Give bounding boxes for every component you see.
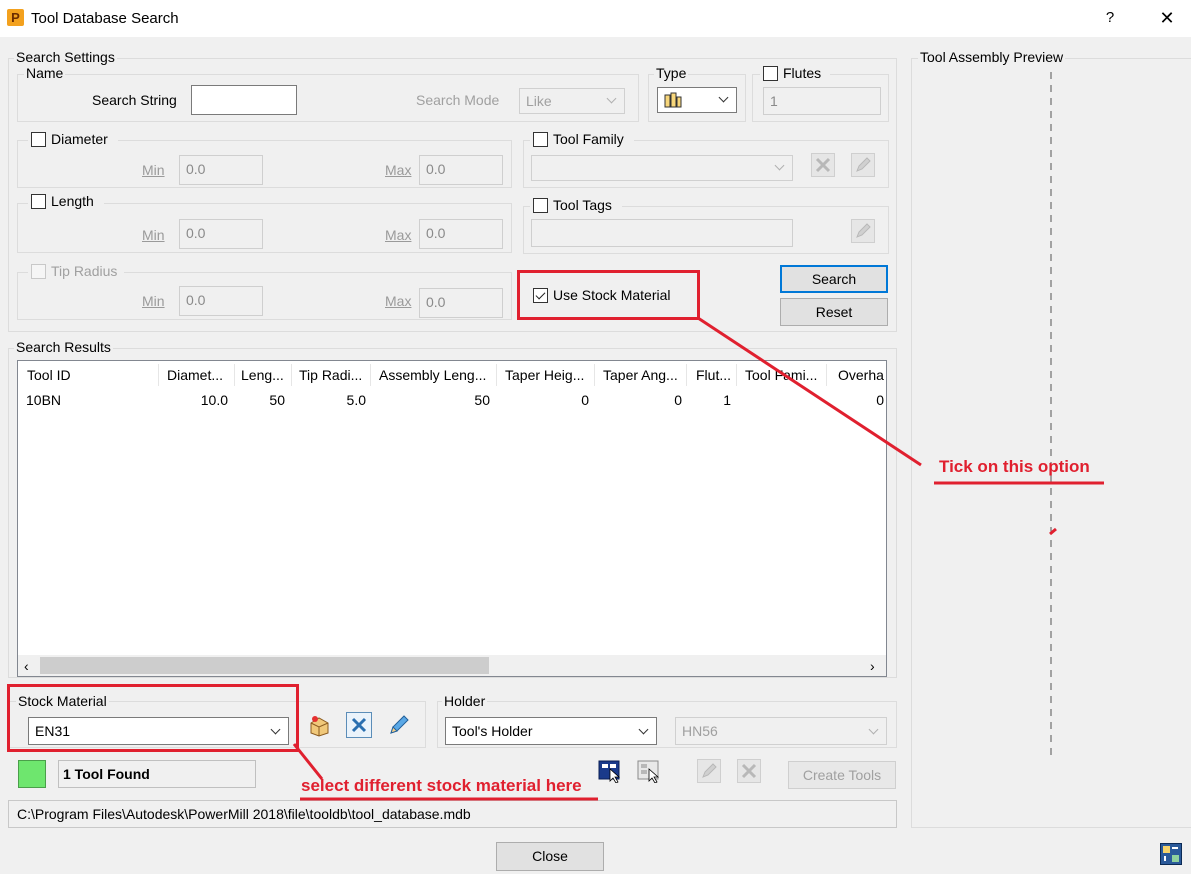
annotation-tick-option: Tick on this option <box>939 457 1090 476</box>
annotation-arrows <box>292 316 1104 801</box>
annotation-select-material: select different stock material here <box>301 776 582 795</box>
